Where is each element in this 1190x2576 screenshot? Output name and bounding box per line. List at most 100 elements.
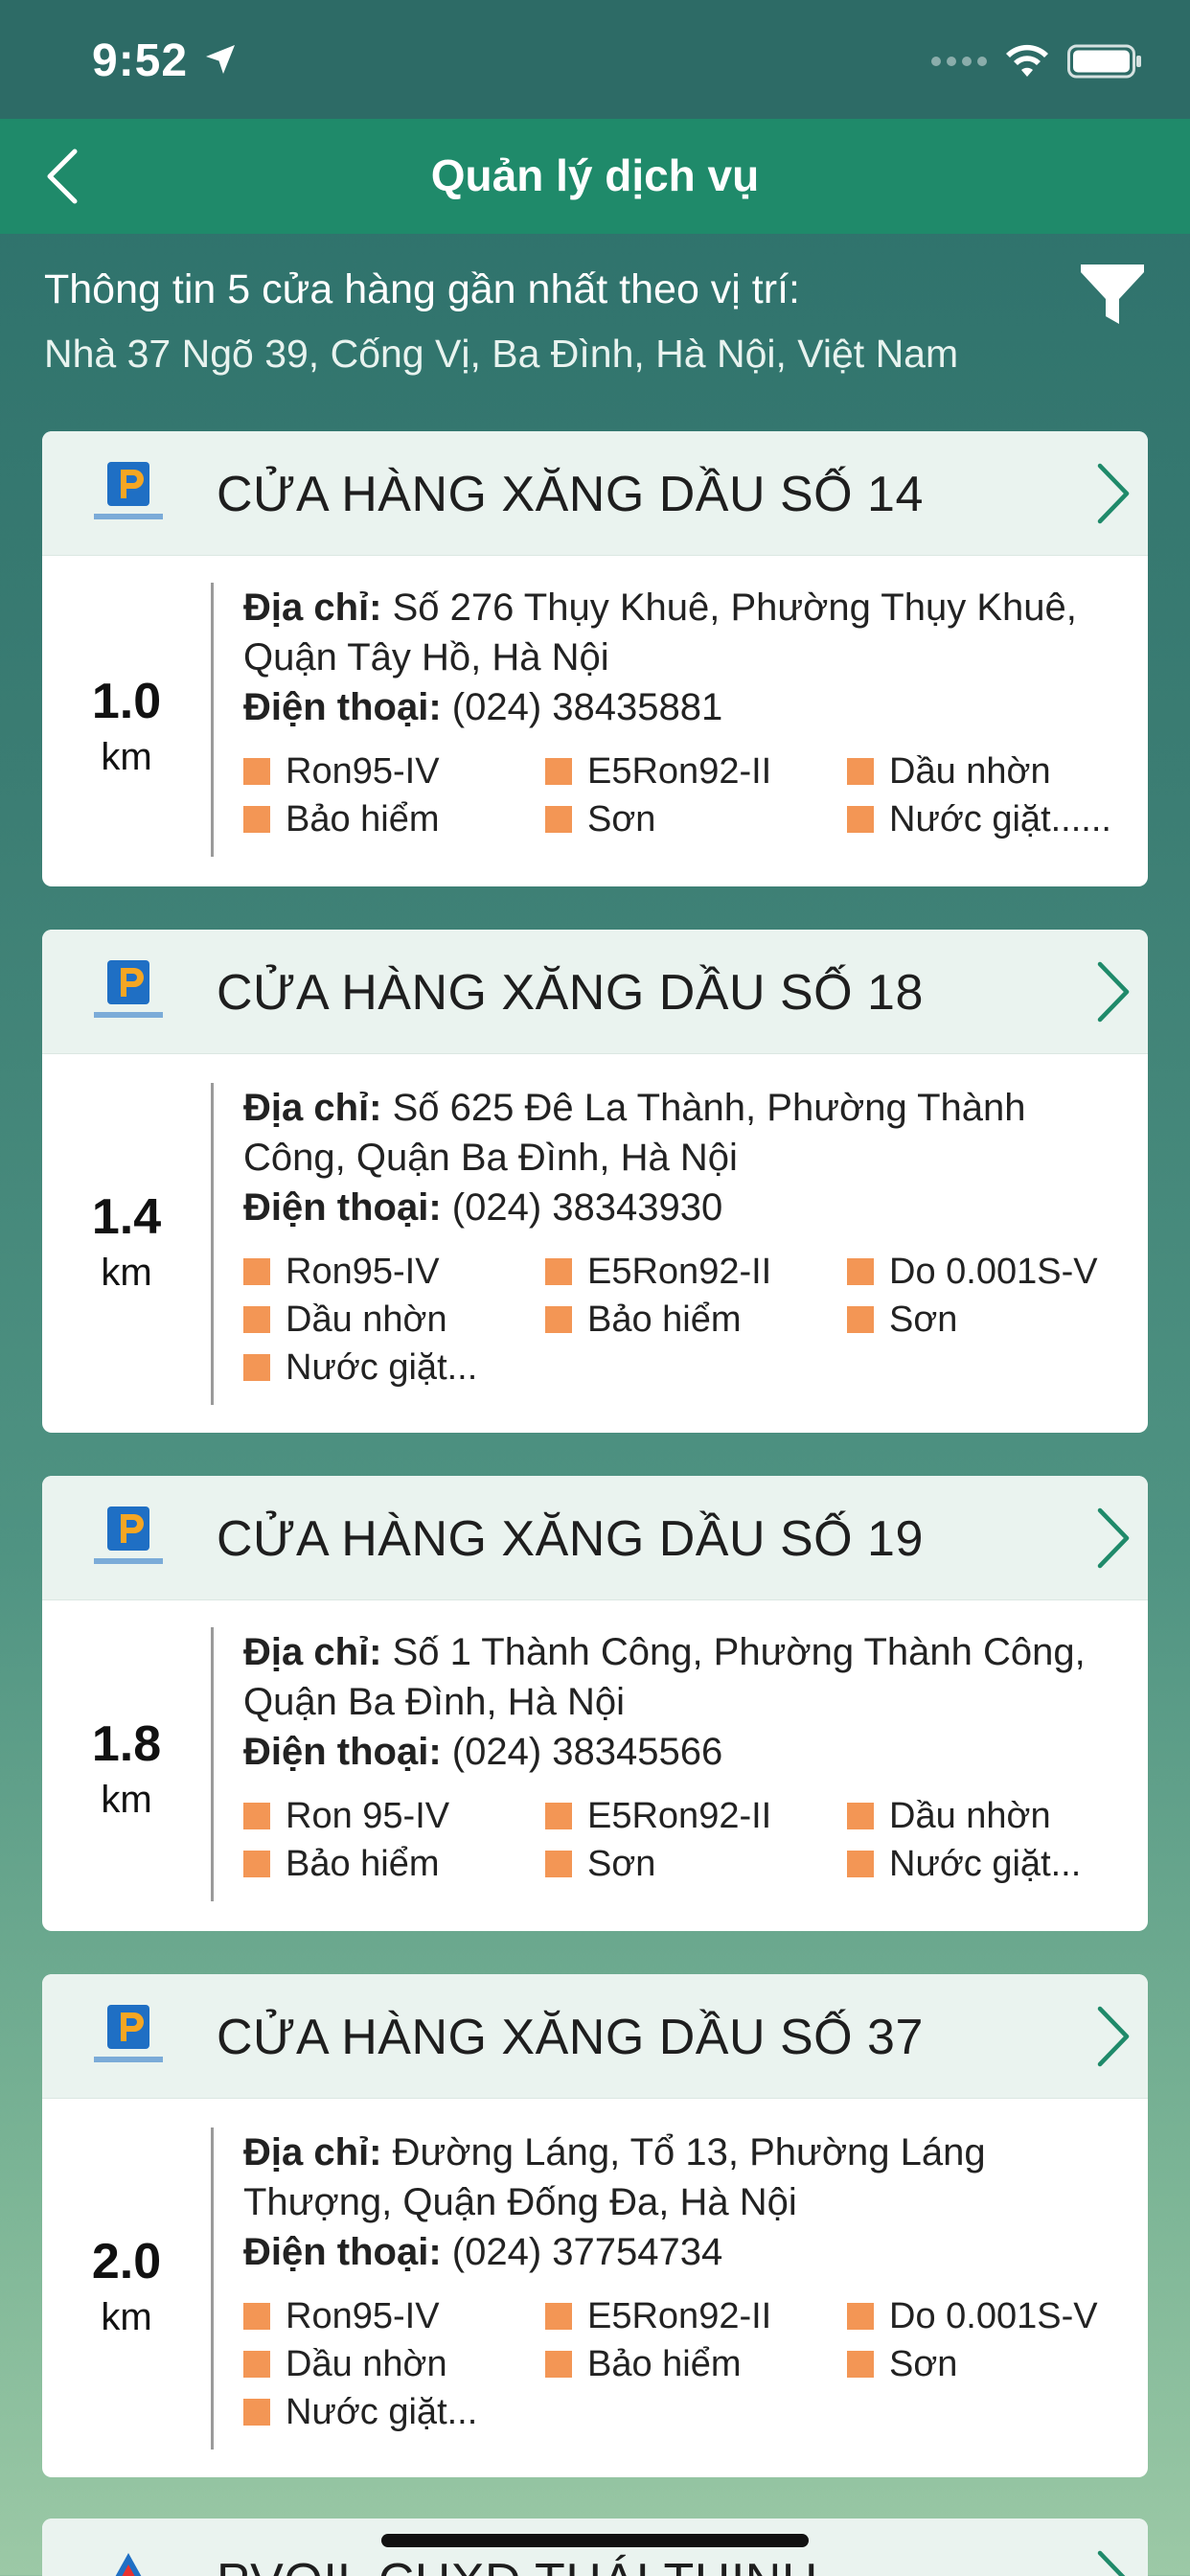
service-item: E5Ron92-II	[545, 749, 847, 794]
service-item: Dầu nhờn	[243, 1298, 545, 1342]
address-text: Số 1 Thành Công, Phường Thành Công,	[392, 1631, 1086, 1673]
battery-icon	[1067, 44, 1141, 79]
distance-unit: km	[101, 2296, 152, 2338]
divider	[211, 1627, 214, 1901]
service-bullet-icon	[545, 1851, 572, 1877]
service-item: Sơn	[545, 1842, 847, 1886]
address-label: Địa chỉ:	[243, 1631, 382, 1673]
nearest-stores-heading: Thông tin 5 cửa hàng gần nhất theo vị tr…	[44, 266, 800, 312]
status-bar: 9:52	[0, 0, 1190, 119]
address-line-2: Thượng, Quận Đống Đa, Hà Nội	[243, 2181, 797, 2223]
service-bullet-icon	[243, 1851, 270, 1877]
address-text: Đường Láng, Tổ 13, Phường Láng	[392, 2131, 986, 2174]
store-name: CỬA HÀNG XĂNG DẦU SỐ 14	[217, 467, 924, 522]
phone-number[interactable]: (024) 38345566	[452, 1731, 722, 1773]
status-time: 9:52	[92, 35, 189, 86]
nav-bar: Quản lý dịch vụ	[0, 119, 1190, 234]
divider	[211, 583, 214, 857]
service-bullet-icon	[847, 1258, 874, 1285]
service-item: Ron95-IV	[243, 2294, 545, 2338]
service-item: Nước giặt......	[847, 797, 1148, 841]
store-card[interactable]: CỬA HÀNG XĂNG DẦU SỐ 18 1.4 km Địa chỉ: …	[42, 930, 1148, 1433]
service-item: E5Ron92-II	[545, 1250, 847, 1294]
service-bullet-icon	[243, 1354, 270, 1381]
current-address: Nhà 37 Ngõ 39, Cống Vị, Ba Đình, Hà Nội,…	[44, 332, 959, 376]
petrolimex-logo-icon	[94, 960, 163, 1018]
phone-line: Điện thoại: (024) 38343930	[243, 1183, 1119, 1232]
phone-line: Điện thoại: (024) 37754734	[243, 2227, 1119, 2277]
store-card-header[interactable]: CỬA HÀNG XĂNG DẦU SỐ 14	[42, 431, 1148, 556]
chevron-right-icon[interactable]	[1092, 2547, 1134, 2576]
service-item: Nước giặt...	[243, 1346, 545, 1390]
distance-value: 1.0	[91, 674, 162, 729]
service-bullet-icon	[243, 2303, 270, 2330]
distance-unit: km	[101, 736, 152, 778]
address-text: Số 276 Thụy Khuê, Phường Thụy Khuê,	[392, 586, 1077, 629]
filter-icon[interactable]	[1077, 259, 1148, 330]
address-line: Địa chỉ: Số 276 Thụy Khuê, Phường Thụy K…	[243, 583, 1119, 632]
petrolimex-logo-icon	[94, 1506, 163, 1564]
chevron-right-icon[interactable]	[1092, 1505, 1134, 1572]
address-label: Địa chỉ:	[243, 2131, 382, 2174]
location-info: Thông tin 5 cửa hàng gần nhất theo vị tr…	[44, 261, 1079, 383]
status-indicators	[931, 44, 1142, 79]
distance-unit: km	[101, 1779, 152, 1821]
service-item: Nước giặt...	[243, 2390, 545, 2434]
chevron-right-icon[interactable]	[1092, 958, 1134, 1025]
service-bullet-icon	[847, 1306, 874, 1333]
service-item: Dầu nhờn	[847, 749, 1148, 794]
service-item: Dầu nhờn	[243, 2342, 545, 2386]
service-item: Nước giặt...	[847, 1842, 1148, 1886]
store-card-header[interactable]: PVOIL CHXD THÁI THỊNH	[42, 2518, 1148, 2576]
service-list: Ron 95-IV E5Ron92-II Dầu nhờn Bảo hiểm S…	[243, 1794, 1119, 1886]
address-line: Địa chỉ: Số 625 Đê La Thành, Phường Thàn…	[243, 1083, 1119, 1133]
service-list: Ron95-IV E5Ron92-II Do 0.001S-V Dầu nhờn…	[243, 1250, 1119, 1390]
service-bullet-icon	[847, 2351, 874, 2378]
store-name: CỬA HÀNG XĂNG DẦU SỐ 19	[217, 1511, 924, 1567]
store-details: Địa chỉ: Đường Láng, Tổ 13, Phường Láng …	[243, 2128, 1119, 2434]
service-bullet-icon	[243, 806, 270, 833]
store-card-header[interactable]: CỬA HÀNG XĂNG DẦU SỐ 19	[42, 1476, 1148, 1600]
service-bullet-icon	[545, 1306, 572, 1333]
service-item: Ron95-IV	[243, 1250, 545, 1294]
store-details: Địa chỉ: Số 625 Đê La Thành, Phường Thàn…	[243, 1083, 1119, 1390]
store-card-header[interactable]: CỬA HÀNG XĂNG DẦU SỐ 18	[42, 930, 1148, 1054]
page-title: Quản lý dịch vụ	[430, 150, 760, 200]
service-item: E5Ron92-II	[545, 1794, 847, 1838]
chevron-right-icon[interactable]	[1092, 2003, 1134, 2070]
service-item: Bảo hiểm	[545, 1298, 847, 1342]
service-bullet-icon	[545, 758, 572, 785]
wifi-icon	[1006, 44, 1048, 77]
service-bullet-icon	[243, 1258, 270, 1285]
service-bullet-icon	[545, 2303, 572, 2330]
service-bullet-icon	[847, 758, 874, 785]
service-bullet-icon	[243, 2351, 270, 2378]
store-name: PVOIL CHXD THÁI THỊNH	[217, 2553, 818, 2576]
phone-line: Điện thoại: (024) 38435881	[243, 682, 1119, 732]
service-list: Ron95-IV E5Ron92-II Do 0.001S-V Dầu nhờn…	[243, 2294, 1119, 2434]
store-card-header[interactable]: CỬA HÀNG XĂNG DẦU SỐ 37	[42, 1974, 1148, 2099]
service-bullet-icon	[243, 758, 270, 785]
address-line: Địa chỉ: Số 1 Thành Công, Phường Thành C…	[243, 1627, 1119, 1677]
distance-value: 1.4	[91, 1189, 162, 1245]
service-bullet-icon	[847, 806, 874, 833]
phone-line: Điện thoại: (024) 38345566	[243, 1727, 1119, 1777]
service-bullet-icon	[243, 1803, 270, 1829]
distance-unit: km	[101, 1252, 152, 1294]
store-card[interactable]: CỬA HÀNG XĂNG DẦU SỐ 37 2.0 km Địa chỉ: …	[42, 1974, 1148, 2477]
home-indicator[interactable]	[381, 2534, 809, 2547]
service-item: Dầu nhờn	[847, 1794, 1148, 1838]
chevron-right-icon[interactable]	[1092, 460, 1134, 527]
phone-number[interactable]: (024) 38343930	[452, 1186, 722, 1229]
service-item: Ron 95-IV	[243, 1794, 545, 1838]
service-list: Ron95-IV E5Ron92-II Dầu nhờn Bảo hiểm Sơ…	[243, 749, 1119, 841]
distance-value: 1.8	[91, 1716, 162, 1772]
service-item: Do 0.001S-V	[847, 1250, 1148, 1294]
store-card[interactable]: CỬA HÀNG XĂNG DẦU SỐ 19 1.8 km Địa chỉ: …	[42, 1476, 1148, 1931]
service-bullet-icon	[545, 2351, 572, 2378]
address-line: Địa chỉ: Đường Láng, Tổ 13, Phường Láng	[243, 2128, 1119, 2177]
phone-number[interactable]: (024) 38435881	[452, 686, 722, 728]
store-card[interactable]: CỬA HÀNG XĂNG DẦU SỐ 14 1.0 km Địa chỉ: …	[42, 431, 1148, 886]
store-card[interactable]: PVOIL CHXD THÁI THỊNH	[42, 2518, 1148, 2576]
phone-number[interactable]: (024) 37754734	[452, 2231, 722, 2273]
